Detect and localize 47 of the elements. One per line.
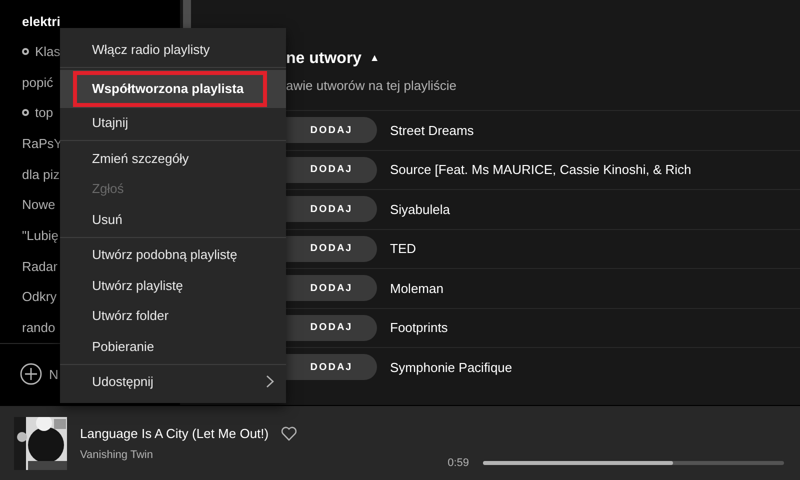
new-playlist-link[interactable]: N	[49, 366, 58, 382]
menu-item[interactable]: Zmień szczegóły	[60, 143, 286, 174]
track-title: Siyabulela	[390, 202, 450, 217]
sidebar-item[interactable]: Nowe	[22, 197, 56, 212]
menu-item[interactable]: Współtworzona playlista	[60, 70, 286, 108]
track-title: Footprints	[390, 320, 448, 336]
track-title[interactable]: Language Is A City (Let Me Out!)	[80, 426, 269, 441]
sidebar-item[interactable]: "Lubię	[22, 228, 58, 243]
track-title: Source [Feat. Ms MAURICE, Cassie Kinoshi, & Rich	[390, 162, 692, 178]
menu-item[interactable]: Utwórz podobną playlistę	[60, 240, 286, 270]
menu-item[interactable]: Usuń	[60, 204, 286, 234]
heart-icon[interactable]	[280, 426, 297, 441]
track-title: Street Dreams	[390, 122, 474, 138]
sidebar-item[interactable]: dla piz	[22, 166, 60, 182]
sidebar-item[interactable]: top	[35, 105, 54, 120]
sidebar-item[interactable]: Klas	[35, 44, 60, 59]
plus-circle-icon[interactable]	[20, 363, 42, 386]
scrollbar-thumb[interactable]	[182, 0, 190, 30]
menu-item[interactable]: Utwórz playlistę	[60, 270, 286, 300]
sidebar-item[interactable]: RaPsY	[22, 136, 62, 151]
track-title: Symphonie Pacifique	[390, 360, 512, 375]
track-title: TED	[390, 241, 416, 256]
chevron-right-icon	[266, 375, 274, 388]
sidebar-item[interactable]: rando	[22, 320, 56, 336]
add-button[interactable]: DODAJ	[286, 156, 377, 183]
add-button[interactable]: DODAJ	[286, 314, 377, 341]
sort-icon[interactable]: ▲	[370, 53, 380, 64]
sidebar-item[interactable]: Radar	[22, 258, 58, 274]
add-button[interactable]: DODAJ	[286, 117, 377, 144]
sidebar-item[interactable]: elektri	[22, 14, 60, 29]
menu-item[interactable]: Pobieranie	[60, 331, 286, 362]
menu-item[interactable]: Utwórz folder	[60, 300, 286, 331]
artist-name[interactable]: Vanishing Twin	[80, 449, 297, 461]
add-button[interactable]: DODAJ	[286, 275, 377, 302]
section-title: ne utwory	[286, 50, 362, 68]
elapsed-time: 0:59	[448, 457, 470, 469]
menu-item[interactable]: Utajnij	[60, 108, 286, 138]
menu-item[interactable]: Udostępnij	[60, 366, 286, 397]
add-button[interactable]: DODAJ	[286, 354, 377, 380]
sidebar-item[interactable]: popić	[22, 74, 54, 90]
track-title: Moleman	[390, 280, 444, 296]
sidebar-item[interactable]: Odkry	[22, 289, 57, 304]
menu-item[interactable]: Włącz radio playlisty	[60, 34, 286, 64]
progress-bar[interactable]	[483, 461, 784, 465]
add-button[interactable]: DODAJ	[286, 236, 377, 262]
add-button[interactable]: DODAJ	[286, 196, 377, 222]
section-subtitle: awie utworów na tej playliście	[286, 78, 457, 93]
